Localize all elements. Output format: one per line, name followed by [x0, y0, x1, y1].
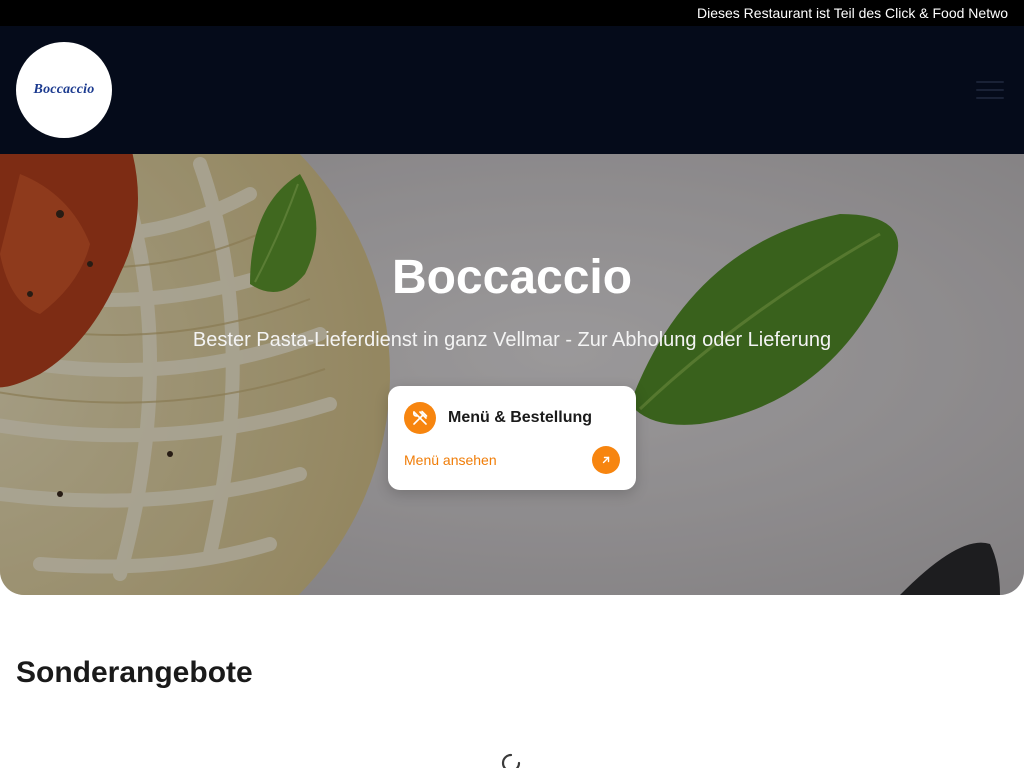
card-title: Menü & Bestellung — [448, 409, 593, 426]
logo-text: Boccaccio — [33, 82, 95, 97]
hero-overlay — [0, 154, 1024, 595]
special-offers-title: Sonderangebote — [16, 656, 253, 689]
site-header: Boccaccio — [0, 26, 1024, 154]
network-banner-text: Dieses Restaurant ist Teil des Click & F… — [697, 5, 1008, 21]
view-menu-link[interactable]: Menü ansehen — [404, 452, 497, 468]
hero-title: Boccaccio — [391, 251, 633, 304]
loading-spinner-icon — [501, 753, 521, 768]
hero-section: Boccaccio Bester Pasta-Lieferdienst in g… — [0, 154, 1024, 595]
network-banner: Dieses Restaurant ist Teil des Click & F… — [0, 0, 1024, 26]
menu-order-card[interactable]: Menü & Bestellung Menü ansehen — [388, 386, 636, 490]
restaurant-logo[interactable]: Boccaccio — [16, 42, 112, 138]
cutlery-icon — [404, 402, 436, 434]
hero-subtitle: Bester Pasta-Lieferdienst in ganz Vellma… — [192, 329, 832, 351]
arrow-up-right-icon[interactable] — [592, 446, 620, 474]
hamburger-menu-icon[interactable] — [974, 78, 1006, 102]
